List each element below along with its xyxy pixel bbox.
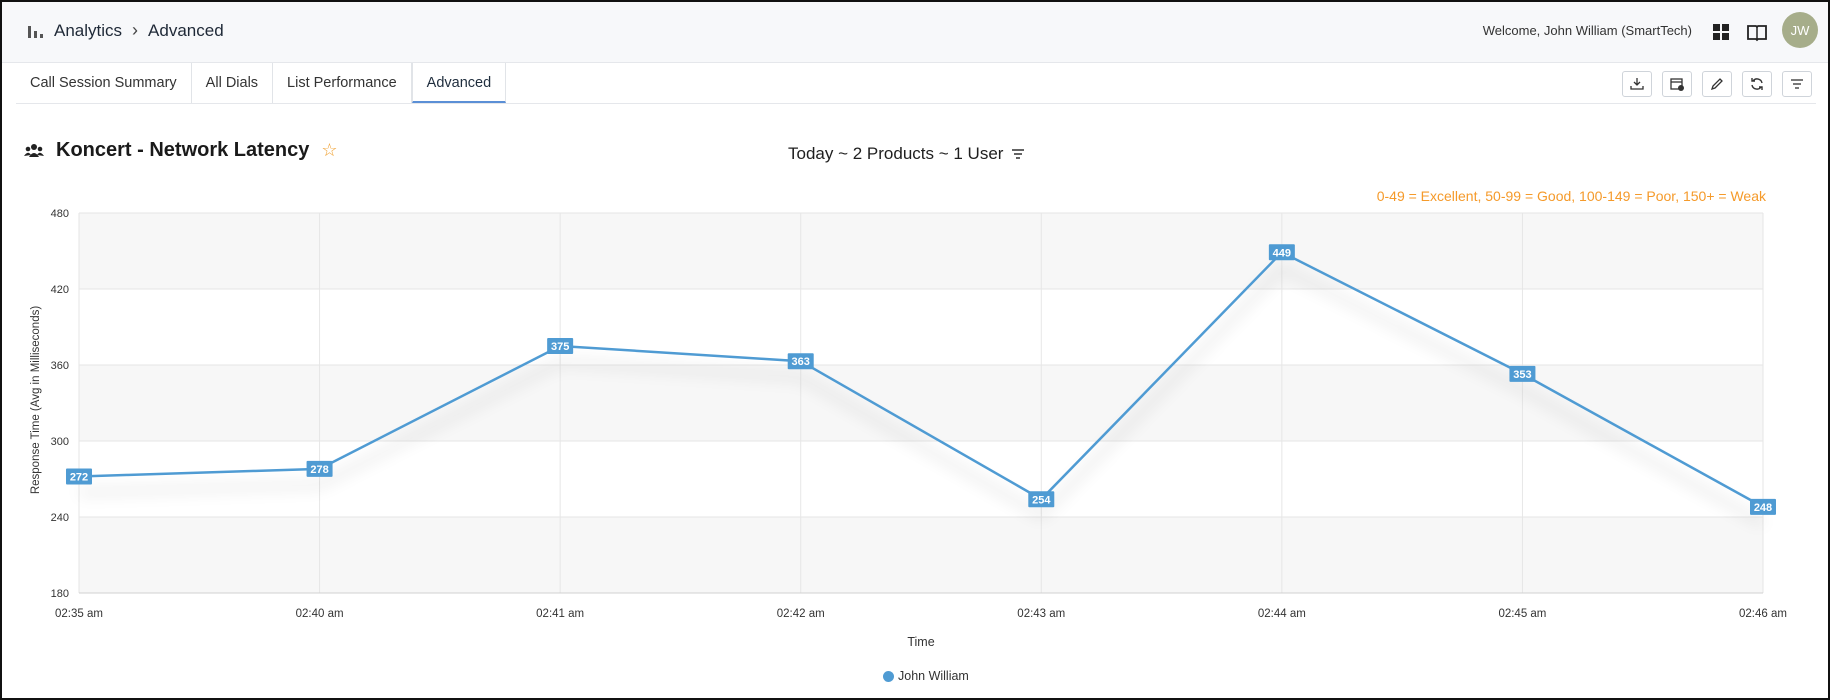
filter-button[interactable] (1782, 71, 1812, 97)
y-tick-label: 240 (51, 512, 69, 524)
breadcrumb: Analytics › Advanced (26, 20, 224, 41)
plot-band (79, 289, 1763, 365)
data-label: 254 (1032, 494, 1051, 506)
book-icon[interactable] (1746, 21, 1768, 43)
filter-summary[interactable]: Today ~ 2 Products ~ 1 User (788, 144, 1025, 164)
data-label: 353 (1513, 369, 1531, 381)
download-icon (1630, 78, 1644, 90)
tab-all-dials[interactable]: All Dials (192, 63, 274, 103)
filter-lines-icon[interactable] (1011, 148, 1025, 160)
filter-icon (1791, 79, 1803, 89)
y-axis-label: Response Time (Avg in Milliseconds) (30, 306, 42, 495)
series-line (78, 250, 1764, 508)
plot-band (79, 213, 1763, 289)
tab-divider (16, 103, 1816, 104)
data-label-box (306, 460, 333, 477)
y-tick-label: 300 (51, 436, 69, 448)
data-label-box (66, 468, 92, 485)
schedule-button[interactable] (1662, 71, 1692, 97)
welcome-text: Welcome, John William (SmartTech) (1482, 23, 1692, 38)
x-tick-label: 02:44 am (1258, 608, 1306, 620)
x-tick-label: 02:35 am (55, 608, 103, 620)
data-label: 449 (1273, 247, 1291, 259)
data-label-box (1028, 491, 1055, 508)
latency-scale-note: 0-49 = Excellent, 50-99 = Good, 100-149 … (1376, 188, 1766, 204)
app-frame: Analytics › Advanced Welcome, John Willi… (0, 0, 1830, 700)
breadcrumb-current: Advanced (148, 20, 224, 40)
data-label-box (547, 338, 574, 354)
x-tick-label: 02:41 am (536, 608, 584, 620)
grid-apps-icon[interactable] (1710, 21, 1732, 43)
users-icon (24, 143, 44, 157)
chart-title-row: Koncert - Network Latency ☆ (24, 139, 338, 162)
chart-title: Koncert - Network Latency (56, 139, 310, 161)
y-tick-label: 420 (51, 284, 69, 296)
tab-list-performance[interactable]: List Performance (273, 63, 412, 103)
plot-band (79, 517, 1763, 593)
top-bar: Analytics › Advanced Welcome, John Willi… (2, 2, 1828, 63)
data-label-box (1509, 365, 1536, 382)
data-label-box (1750, 498, 1776, 515)
refresh-icon (1751, 78, 1763, 90)
chevron-right-icon: › (132, 20, 139, 40)
chart-legend[interactable]: John William (883, 669, 969, 683)
favorite-star-icon[interactable]: ☆ (321, 140, 337, 161)
analytics-icon (26, 22, 44, 40)
avatar[interactable]: JW (1782, 12, 1818, 48)
latency-line-chart: 180 240 300 360 420 480 02:35 am 02:40 am 02:41… (30, 208, 1787, 649)
y-tick-label: 180 (51, 588, 69, 600)
x-tick-label: 02:42 am (777, 608, 825, 620)
tab-call-session-summary[interactable]: Call Session Summary (16, 63, 192, 103)
x-tick-label: 02:43 am (1017, 608, 1065, 620)
data-label: 363 (792, 356, 810, 368)
calendar-icon (1670, 78, 1684, 91)
toolbar (1622, 71, 1812, 97)
x-tick-label: 02:46 am (1739, 608, 1787, 620)
tab-bar: Call Session Summary All Dials List Perf… (16, 63, 507, 103)
data-label-box (787, 353, 814, 370)
x-tick-label: 02:45 am (1498, 608, 1546, 620)
refresh-button[interactable] (1742, 71, 1772, 97)
legend-series-name[interactable]: John William (898, 669, 969, 683)
data-label: 278 (310, 464, 328, 476)
data-label-box (1268, 244, 1295, 261)
legend-swatch (883, 670, 894, 682)
tab-advanced[interactable]: Advanced (411, 63, 507, 103)
data-label: 375 (551, 341, 569, 353)
edit-icon (1710, 78, 1723, 91)
download-button[interactable] (1622, 71, 1652, 97)
x-axis-label: Time (907, 635, 934, 649)
y-tick-label: 360 (51, 360, 69, 372)
plot-band (79, 365, 1763, 441)
breadcrumb-root[interactable]: Analytics (54, 21, 122, 41)
y-tick-label: 480 (51, 208, 69, 220)
plot-band (79, 441, 1763, 517)
data-label: 272 (70, 471, 88, 483)
filter-summary-text[interactable]: Today ~ 2 Products ~ 1 User (788, 144, 1003, 164)
x-tick-label: 02:40 am (296, 608, 344, 620)
edit-button[interactable] (1702, 71, 1732, 97)
data-label: 248 (1754, 502, 1772, 514)
